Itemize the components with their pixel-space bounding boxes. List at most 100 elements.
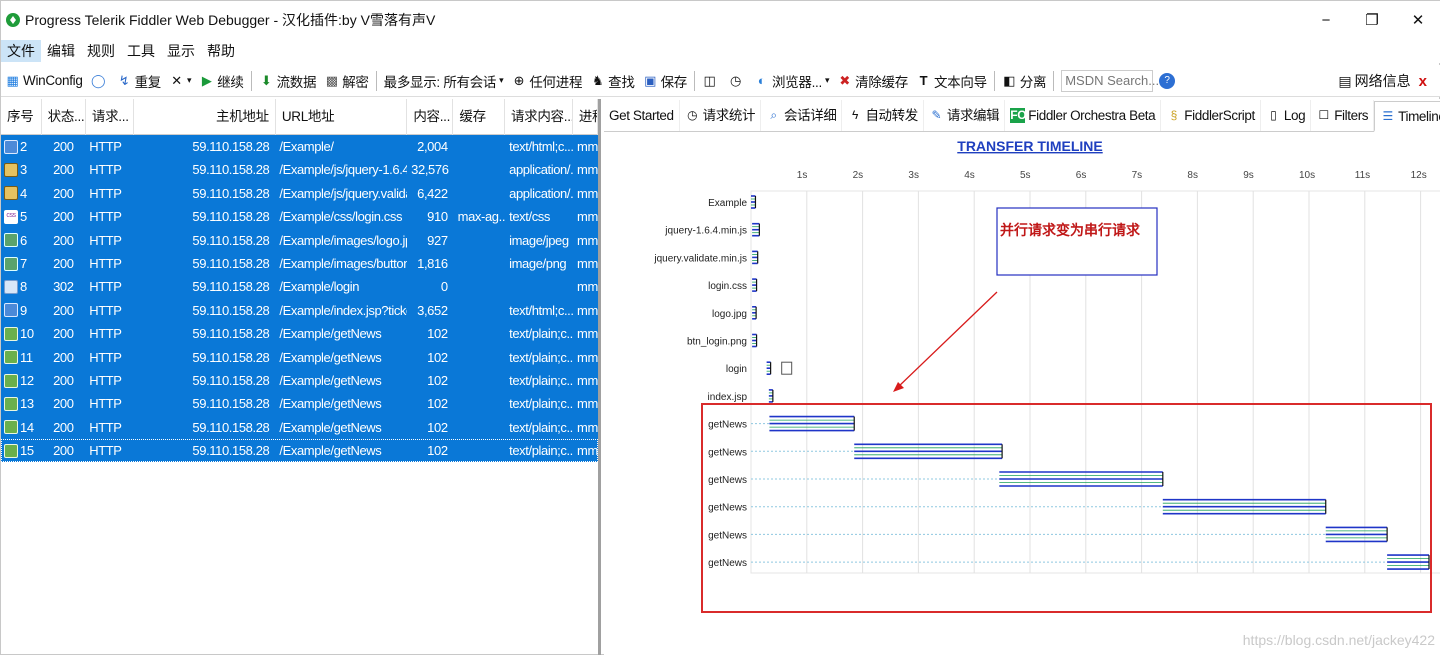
menu-file[interactable]: 文件: [1, 40, 41, 62]
timer-button[interactable]: ◷: [724, 68, 750, 94]
clear-cache-icon: ✖: [839, 73, 850, 88]
col-caching[interactable]: 缓存: [453, 99, 505, 135]
comment-button[interactable]: ◯: [87, 68, 113, 94]
transfer-bar[interactable]: [769, 415, 855, 432]
table-row[interactable]: 14 200 HTTP 59.110.158.28/Example/getNews 10…: [1, 415, 598, 440]
cell-caching: [454, 346, 505, 369]
transfer-bar[interactable]: [1325, 526, 1388, 543]
menu-help[interactable]: 帮助: [201, 40, 241, 62]
winconfig-label: WinConfig: [23, 73, 83, 88]
text-wizard-button[interactable]: T 文本向导: [912, 68, 991, 94]
cell-body: 910: [427, 209, 448, 225]
close-toolbar-icon[interactable]: x: [1419, 73, 1427, 90]
y-category-label: jquery.validate.min.js: [653, 253, 747, 264]
cell-number: 14: [1, 416, 41, 439]
any-process-button[interactable]: ⊕ 任何进程: [507, 68, 586, 94]
remove-dropdown-icon: ▾: [186, 75, 192, 85]
resume-button[interactable]: ▶ 继续: [195, 68, 247, 94]
transfer-bar[interactable]: [1387, 554, 1430, 570]
toolbar-separator: [993, 70, 995, 91]
menu-rules[interactable]: 规则: [81, 40, 121, 62]
browser-button[interactable]: ◐ 浏览器... ▾: [750, 68, 833, 94]
cell-host: 59.110.158.28: [192, 139, 270, 154]
timeline-chart: TRANSFER TIMELINE 1s 2s 3s 4s 5s 6s 7s 8s 9s 10s 1…: [653, 138, 1440, 613]
cell-result: 200: [53, 302, 74, 318]
winconfig-button[interactable]: ▦ WinConfig: [1, 68, 87, 94]
find-button[interactable]: ♞ 查找: [586, 68, 638, 94]
transfer-bar[interactable]: [768, 389, 774, 403]
online-label: 网络信息: [1354, 73, 1411, 89]
y-category-label: getNews: [708, 530, 747, 541]
stream-button[interactable]: ⬇ 流数据: [255, 68, 321, 94]
decode-button[interactable]: ▩ 解密: [320, 68, 372, 94]
row-number: 14: [20, 419, 34, 435]
save-button[interactable]: ▣ 保存: [639, 68, 691, 94]
menu-edit[interactable]: 编辑: [41, 40, 81, 62]
table-row[interactable]: 3 200 HTTP 59.110.158.28/Example/js/jquery-…: [1, 158, 598, 182]
replay-button[interactable]: ↯ 重复: [113, 68, 165, 94]
minimize-button[interactable]: −: [1303, 1, 1349, 39]
col-host[interactable]: 主机地址: [134, 99, 276, 135]
cell-host: 59.110.158.28: [192, 255, 270, 271]
camera-icon: ◫: [703, 73, 716, 88]
transfer-bar[interactable]: [854, 443, 1003, 460]
save-icon: ▣: [644, 73, 657, 88]
table-row[interactable]: 6 200 HTTP 59.110.158.28/Example/images/log…: [1, 228, 598, 252]
screenshot-button[interactable]: ◫: [698, 68, 724, 94]
cell-host: 59.110.158.28: [192, 443, 270, 459]
transfer-bar[interactable]: [766, 361, 772, 376]
sessions-grid[interactable]: 序号 状态... 请求... 主机地址 URL地址 内容... 缓存 请求内容.…: [1, 99, 601, 655]
table-row[interactable]: 13 200 HTTP 59.110.158.28/Example/getNews 10…: [1, 392, 598, 416]
response-icon: [4, 443, 18, 458]
table-row[interactable]: 9 200 HTTP 59.110.158.28/Example/index.jsp?…: [1, 298, 598, 323]
transfer-bar[interactable]: [752, 250, 759, 265]
transfer-bar[interactable]: [752, 306, 757, 320]
table-row[interactable]: 4 200 HTTP 59.110.158.28/Example/js/jquery.…: [1, 181, 598, 206]
col-content-type[interactable]: 请求内容...: [505, 99, 573, 135]
network-icon: ▤: [1338, 72, 1352, 89]
transfer-bar[interactable]: [752, 333, 758, 348]
table-row[interactable]: 15 200 HTTP 59.110.158.28/Example/getNews 10…: [1, 439, 598, 463]
col-body[interactable]: 内容...: [407, 99, 454, 135]
col-process[interactable]: 进程: [573, 99, 598, 135]
col-protocol[interactable]: 请求...: [86, 99, 134, 135]
transfer-bar[interactable]: [752, 222, 760, 237]
table-row[interactable]: 8 302 HTTP 59.110.158.28/Example/login 0 mmd: [1, 275, 598, 299]
transfer-bar[interactable]: [999, 471, 1164, 487]
cell-protocol: HTTP: [89, 396, 122, 412]
table-row[interactable]: 12 200 HTTP 59.110.158.28/Example/getNews 10…: [1, 368, 598, 393]
help-icon[interactable]: ?: [1159, 72, 1176, 89]
table-row[interactable]: 7 200 HTTP 59.110.158.28/Example/images/but…: [1, 251, 598, 276]
table-row[interactable]: css 5 200 HTTP 59.110.158.28/Example/css/log…: [1, 205, 598, 229]
close-button[interactable]: ✕: [1395, 1, 1440, 39]
remove-button[interactable]: ✕ ▾: [165, 68, 195, 94]
table-row[interactable]: 10 200 HTTP 59.110.158.28/Example/getNews 10…: [1, 322, 598, 346]
table-row[interactable]: 2 200 HTTP 59.110.158.28/Example/2,004 text/…: [1, 135, 598, 159]
col-url[interactable]: URL地址: [276, 99, 408, 135]
menu-view[interactable]: 显示: [161, 40, 201, 62]
keep-sessions-dropdown[interactable]: 最多显示: 所有会话 ▾: [380, 68, 508, 94]
cell-process: mmd: [577, 419, 598, 435]
row-number: 15: [20, 443, 34, 459]
grid-rows: 2 200 HTTP 59.110.158.28/Example/2,004 text/…: [1, 135, 598, 463]
transfer-bar[interactable]: [1162, 498, 1327, 515]
cell-protocol: HTTP: [89, 326, 122, 342]
cell-content-type: image/png: [509, 255, 567, 271]
cell-process: mmd: [577, 349, 598, 365]
cell-number: 12: [1, 369, 41, 392]
clear-cache-button[interactable]: ✖ 清除缓存: [833, 68, 912, 94]
timeline-title[interactable]: TRANSFER TIMELINE: [957, 138, 1102, 154]
table-row[interactable]: 11 200 HTTP 59.110.158.28/Example/getNews 10…: [1, 345, 598, 369]
restore-button[interactable]: ❐: [1349, 1, 1395, 39]
response-icon: [4, 396, 18, 411]
tearoff-button[interactable]: ◧ 分离: [998, 68, 1050, 94]
menu-tools[interactable]: 工具: [121, 40, 161, 62]
transfer-bar[interactable]: [751, 195, 757, 209]
col-result[interactable]: 状态...: [42, 99, 86, 135]
col-number[interactable]: 序号: [1, 99, 42, 135]
cell-host: 59.110.158.28: [192, 419, 270, 435]
online-indicator[interactable]: ▤ 网络信息 x: [1338, 65, 1427, 97]
transfer-bar[interactable]: [752, 278, 758, 292]
cell-caching: [454, 275, 505, 298]
msdn-search-input[interactable]: MSDN Search...: [1061, 69, 1159, 92]
